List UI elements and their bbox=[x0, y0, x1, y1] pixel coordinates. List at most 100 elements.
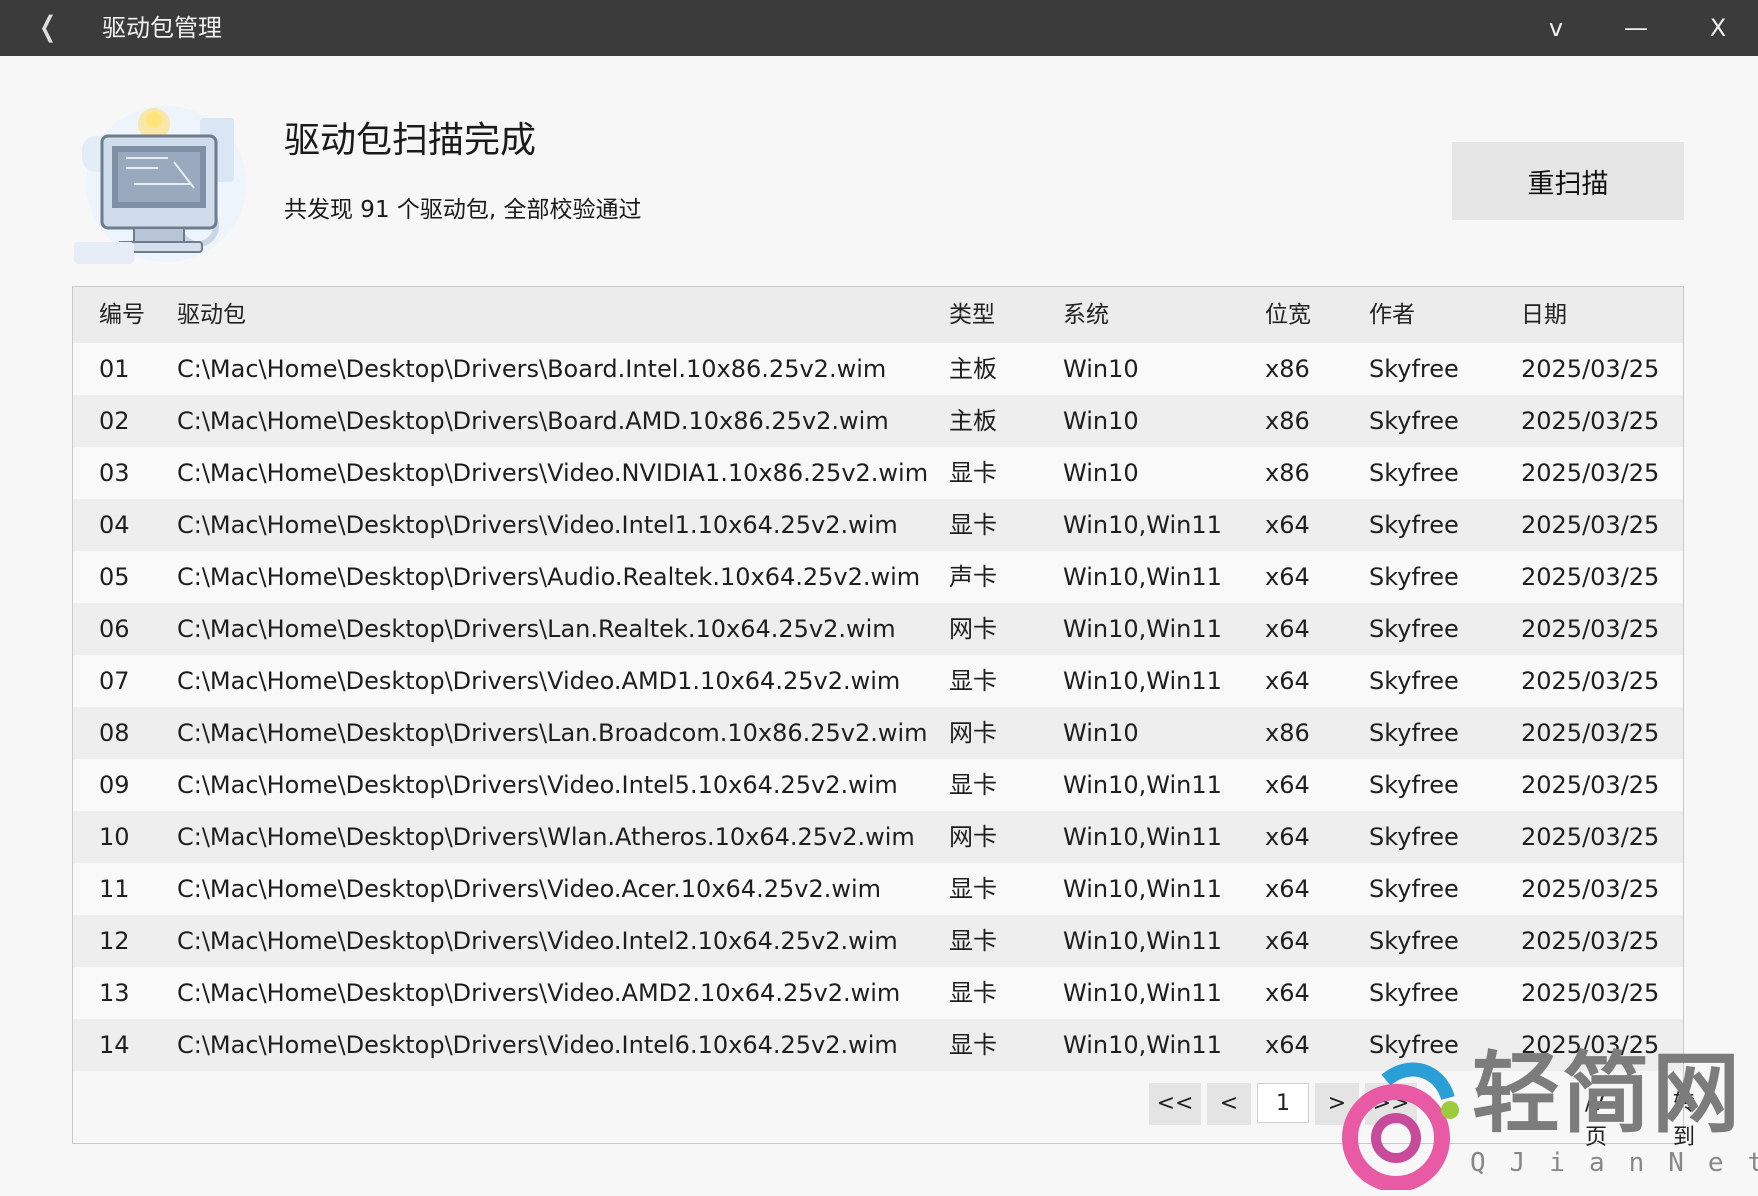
column-header-author[interactable]: 作者 bbox=[1369, 299, 1509, 331]
table-row[interactable]: 12 C:\Mac\Home\Desktop\Drivers\Video.Inte… bbox=[73, 915, 1683, 967]
row-package-path: C:\Mac\Home\Desktop\Drivers\Video.AMD1.1… bbox=[177, 667, 901, 695]
row-type: 主板 bbox=[949, 407, 997, 435]
row-package-path: C:\Mac\Home\Desktop\Drivers\Audio.Realte… bbox=[177, 563, 921, 591]
column-header-type[interactable]: 类型 bbox=[949, 299, 1039, 331]
row-number: 13 bbox=[99, 979, 130, 1007]
row-date: 2025/03/25 bbox=[1521, 823, 1660, 851]
row-number: 12 bbox=[99, 927, 130, 955]
table-row[interactable]: 13 C:\Mac\Home\Desktop\Drivers\Video.AMD2… bbox=[73, 967, 1683, 1019]
row-bitness: x64 bbox=[1265, 615, 1310, 643]
back-chevron-icon[interactable]: ❬ bbox=[36, 12, 59, 42]
row-system: Win10,Win11 bbox=[1063, 771, 1222, 799]
row-author: Skyfree bbox=[1369, 563, 1459, 591]
dropdown-button[interactable]: v bbox=[1536, 10, 1576, 46]
column-header-system[interactable]: 系统 bbox=[1063, 299, 1253, 331]
row-type: 显卡 bbox=[949, 927, 997, 955]
row-author: Skyfree bbox=[1369, 459, 1459, 487]
row-package-path: C:\Mac\Home\Desktop\Drivers\Board.AMD.10… bbox=[177, 407, 889, 435]
row-bitness: x64 bbox=[1265, 979, 1310, 1007]
row-type: 显卡 bbox=[949, 1031, 997, 1059]
row-type: 显卡 bbox=[949, 459, 997, 487]
row-bitness: x86 bbox=[1265, 719, 1310, 747]
rescan-button[interactable]: 重扫描 bbox=[1452, 142, 1684, 220]
row-bitness: x64 bbox=[1265, 511, 1310, 539]
table-row[interactable]: 04 C:\Mac\Home\Desktop\Drivers\Video.Inte… bbox=[73, 499, 1683, 551]
table-row[interactable]: 01 C:\Mac\Home\Desktop\Drivers\Board.Inte… bbox=[73, 343, 1683, 395]
first-page-button[interactable]: << bbox=[1149, 1083, 1201, 1125]
row-date: 2025/03/25 bbox=[1521, 667, 1660, 695]
row-number: 08 bbox=[99, 719, 130, 747]
row-system: Win10 bbox=[1063, 719, 1139, 747]
column-header-bitness[interactable]: 位宽 bbox=[1265, 299, 1345, 331]
row-author: Skyfree bbox=[1369, 355, 1459, 383]
row-type: 显卡 bbox=[949, 511, 997, 539]
row-date: 2025/03/25 bbox=[1521, 927, 1660, 955]
row-number: 06 bbox=[99, 615, 130, 643]
row-bitness: x86 bbox=[1265, 407, 1310, 435]
table-row[interactable]: 07 C:\Mac\Home\Desktop\Drivers\Video.AMD1… bbox=[73, 655, 1683, 707]
row-system: Win10,Win11 bbox=[1063, 615, 1222, 643]
row-system: Win10 bbox=[1063, 407, 1139, 435]
minimize-button[interactable]: — bbox=[1616, 10, 1656, 46]
row-system: Win10,Win11 bbox=[1063, 563, 1222, 591]
row-bitness: x64 bbox=[1265, 563, 1310, 591]
table-row[interactable]: 02 C:\Mac\Home\Desktop\Drivers\Board.AMD.… bbox=[73, 395, 1683, 447]
row-number: 05 bbox=[99, 563, 130, 591]
row-number: 03 bbox=[99, 459, 130, 487]
driver-table: 编号 驱动包 类型 系统 位宽 作者 日期 01 C:\Mac\Home\Desk… bbox=[72, 286, 1695, 1150]
row-package-path: C:\Mac\Home\Desktop\Drivers\Video.Intel2… bbox=[177, 927, 898, 955]
row-type: 网卡 bbox=[949, 719, 997, 747]
row-type: 网卡 bbox=[949, 615, 997, 643]
row-author: Skyfree bbox=[1369, 719, 1459, 747]
row-date: 2025/03/25 bbox=[1521, 875, 1660, 903]
row-bitness: x86 bbox=[1265, 355, 1310, 383]
column-header-package[interactable]: 驱动包 bbox=[177, 299, 937, 331]
row-number: 11 bbox=[99, 875, 130, 903]
row-date: 2025/03/25 bbox=[1521, 979, 1660, 1007]
row-date: 2025/03/25 bbox=[1521, 355, 1660, 383]
column-header-number[interactable]: 编号 bbox=[99, 299, 159, 331]
window-title: 驱动包管理 bbox=[102, 14, 222, 42]
row-bitness: x64 bbox=[1265, 823, 1310, 851]
row-package-path: C:\Mac\Home\Desktop\Drivers\Video.AMD2.1… bbox=[177, 979, 901, 1007]
scan-summary: 共发现 91 个驱动包, 全部校验通过 bbox=[284, 197, 642, 223]
column-header-date[interactable]: 日期 bbox=[1521, 299, 1681, 331]
table-row[interactable]: 09 C:\Mac\Home\Desktop\Drivers\Video.Inte… bbox=[73, 759, 1683, 811]
row-package-path: C:\Mac\Home\Desktop\Drivers\Video.Intel6… bbox=[177, 1031, 898, 1059]
row-number: 07 bbox=[99, 667, 130, 695]
row-number: 14 bbox=[99, 1031, 130, 1059]
table-row[interactable]: 03 C:\Mac\Home\Desktop\Drivers\Video.NVID… bbox=[73, 447, 1683, 499]
row-number: 10 bbox=[99, 823, 130, 851]
row-package-path: C:\Mac\Home\Desktop\Drivers\Board.Intel.… bbox=[177, 355, 887, 383]
row-system: Win10,Win11 bbox=[1063, 511, 1222, 539]
close-button[interactable]: X bbox=[1698, 10, 1738, 46]
row-type: 显卡 bbox=[949, 979, 997, 1007]
row-bitness: x64 bbox=[1265, 771, 1310, 799]
table-row[interactable]: 10 C:\Mac\Home\Desktop\Drivers\Wlan.Ather… bbox=[73, 811, 1683, 863]
table-header: 编号 驱动包 类型 系统 位宽 作者 日期 bbox=[73, 287, 1683, 343]
row-author: Skyfree bbox=[1369, 615, 1459, 643]
row-date: 2025/03/25 bbox=[1521, 719, 1660, 747]
watermark-text: 轻简网 bbox=[1472, 1042, 1743, 1145]
table-row[interactable]: 11 C:\Mac\Home\Desktop\Drivers\Video.Acer… bbox=[73, 863, 1683, 915]
row-package-path: C:\Mac\Home\Desktop\Drivers\Lan.Broadcom… bbox=[177, 719, 928, 747]
table-row[interactable]: 05 C:\Mac\Home\Desktop\Drivers\Audio.Real… bbox=[73, 551, 1683, 603]
row-system: Win10,Win11 bbox=[1063, 875, 1222, 903]
row-system: Win10,Win11 bbox=[1063, 927, 1222, 955]
watermark-subtext: QJianNet bbox=[1470, 1148, 1758, 1178]
row-author: Skyfree bbox=[1369, 771, 1459, 799]
prev-page-button[interactable]: < bbox=[1207, 1083, 1251, 1125]
table-row[interactable]: 08 C:\Mac\Home\Desktop\Drivers\Lan.Broadc… bbox=[73, 707, 1683, 759]
row-package-path: C:\Mac\Home\Desktop\Drivers\Wlan.Atheros… bbox=[177, 823, 915, 851]
row-bitness: x64 bbox=[1265, 667, 1310, 695]
row-type: 网卡 bbox=[949, 823, 997, 851]
row-system: Win10,Win11 bbox=[1063, 823, 1222, 851]
row-type: 显卡 bbox=[949, 771, 997, 799]
row-author: Skyfree bbox=[1369, 979, 1459, 1007]
row-system: Win10 bbox=[1063, 459, 1139, 487]
row-date: 2025/03/25 bbox=[1521, 407, 1660, 435]
table-row[interactable]: 06 C:\Mac\Home\Desktop\Drivers\Lan.Realte… bbox=[73, 603, 1683, 655]
row-date: 2025/03/25 bbox=[1521, 615, 1660, 643]
row-bitness: x86 bbox=[1265, 459, 1310, 487]
row-author: Skyfree bbox=[1369, 407, 1459, 435]
